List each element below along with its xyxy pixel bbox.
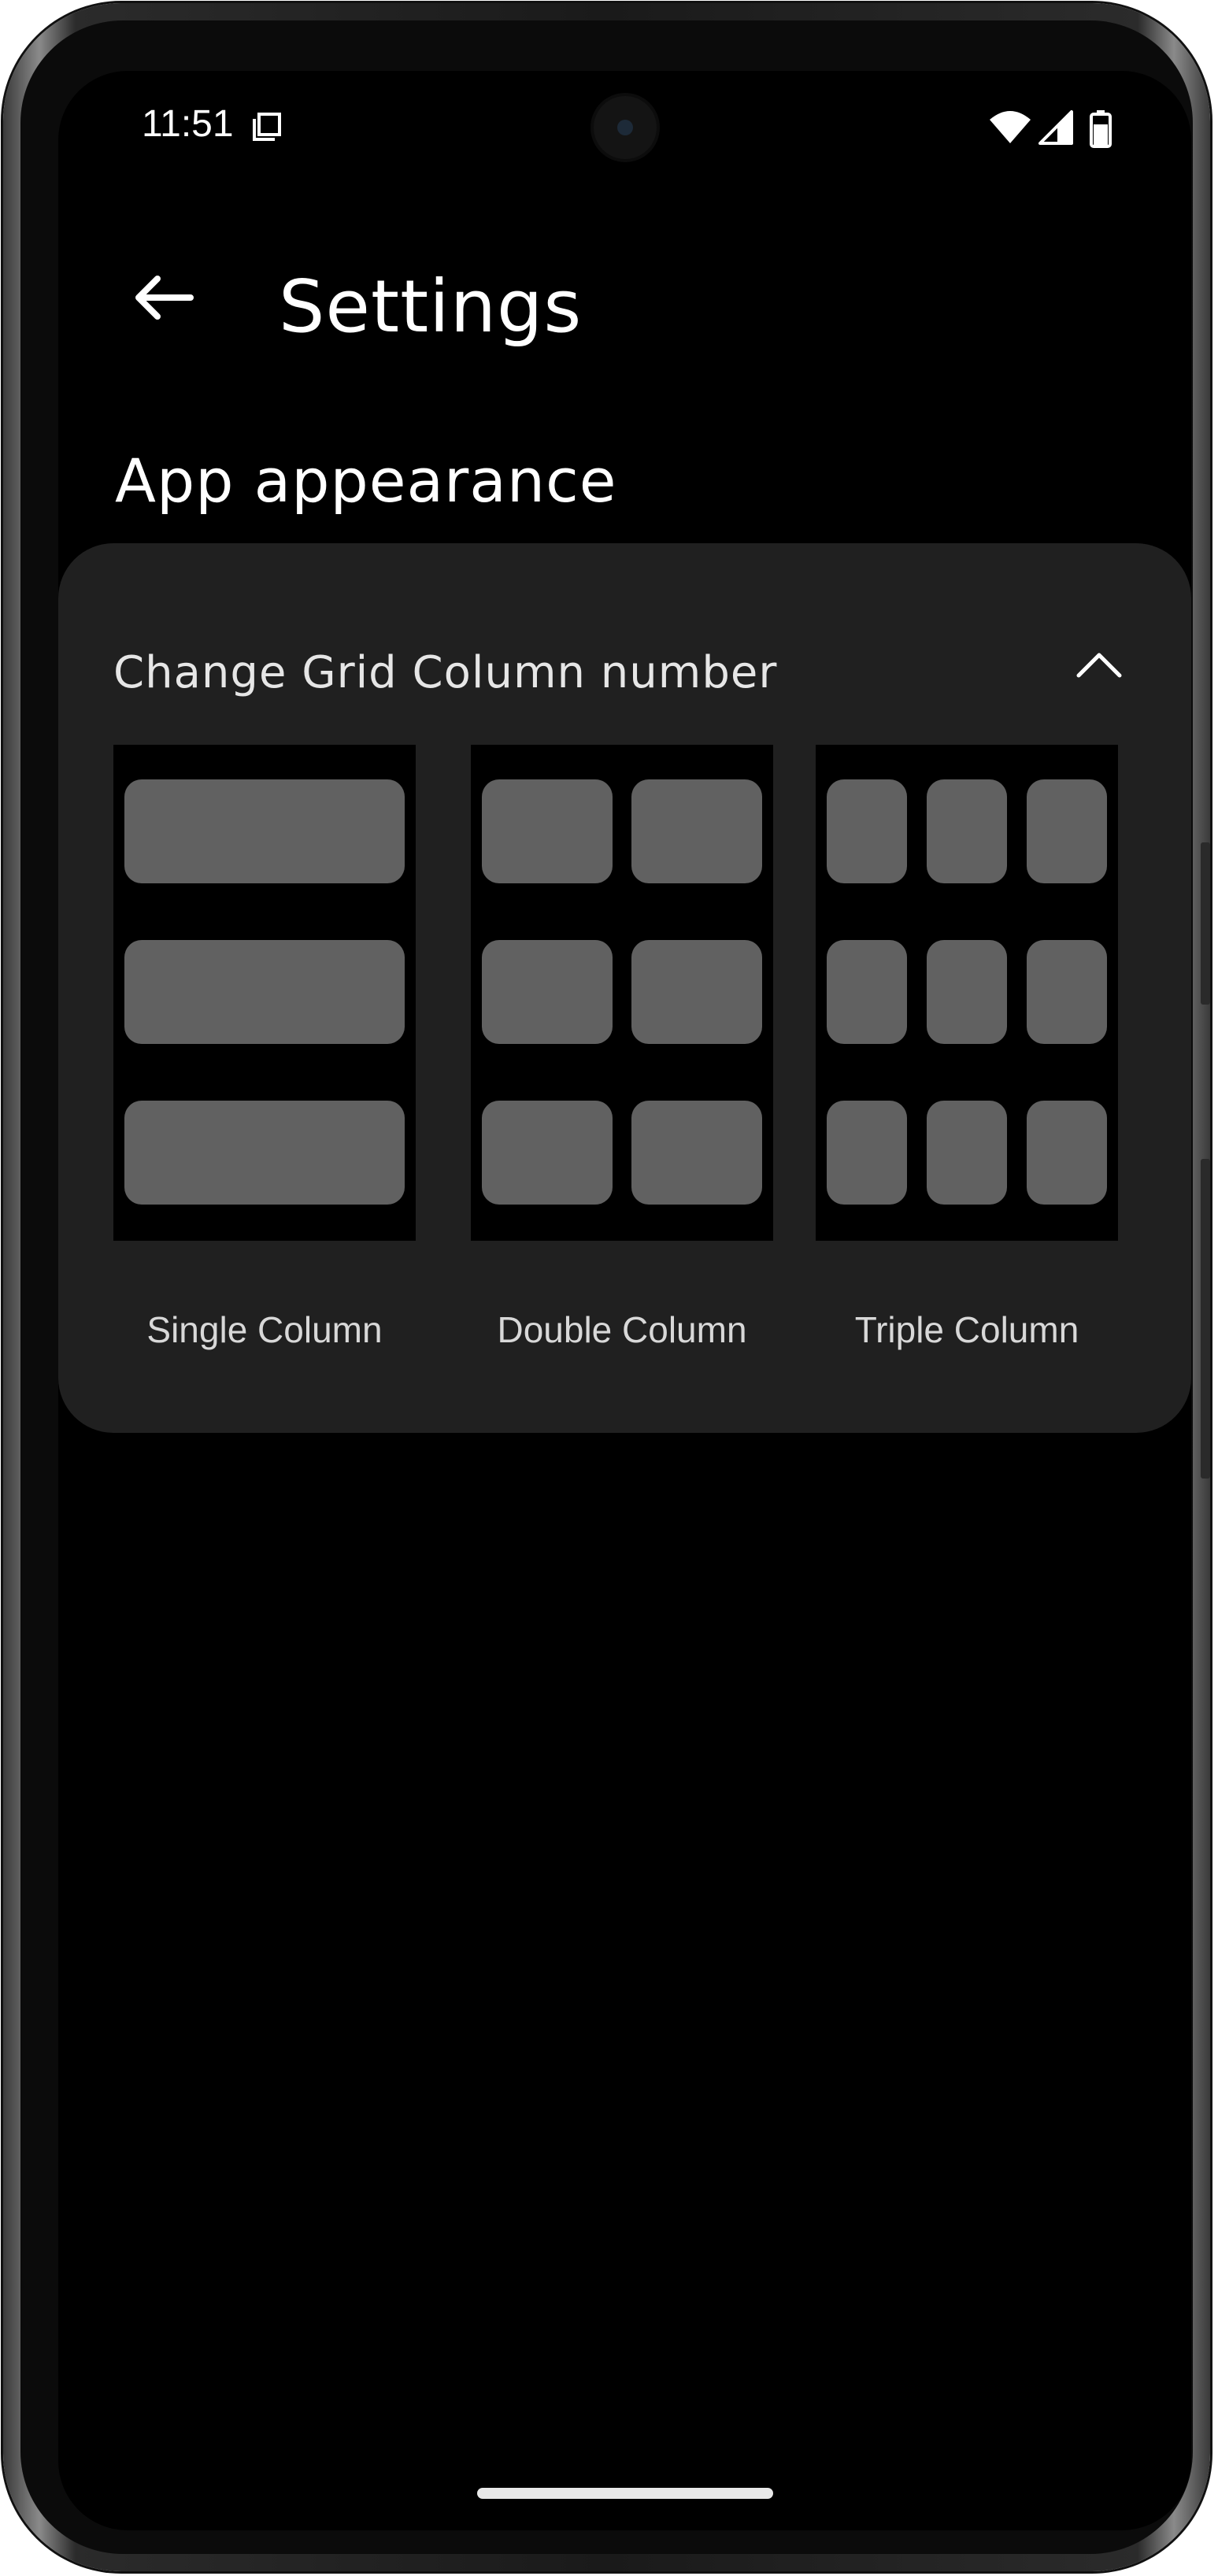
preview-tile	[482, 1101, 613, 1205]
status-time: 11:51	[142, 103, 234, 145]
section-title: App appearance	[115, 446, 617, 516]
preview-tile	[927, 1101, 1007, 1205]
option-single-column[interactable]: Single Column	[113, 745, 416, 1350]
double-column-preview	[471, 745, 773, 1241]
front-camera	[594, 96, 657, 159]
preview-tile	[1027, 1101, 1107, 1205]
option-label-triple: Triple Column	[854, 1309, 1079, 1350]
preview-tile	[927, 940, 1007, 1044]
phone-frame: 11:51 Settings App appearance Change Gri…	[3, 3, 1210, 2571]
preview-tile	[631, 779, 762, 883]
preview-tile	[124, 1101, 405, 1205]
wifi-icon	[990, 111, 1031, 143]
single-column-preview	[113, 745, 416, 1241]
option-label-double: Double Column	[497, 1309, 747, 1350]
page-title: Settings	[279, 265, 583, 349]
volume-button	[1201, 1159, 1210, 1479]
chevron-up-icon[interactable]	[1074, 646, 1124, 683]
grid-column-card-header[interactable]: Change Grid Column number	[58, 543, 1191, 716]
preview-tile	[631, 1101, 762, 1205]
sim-card-icon	[253, 113, 281, 141]
power-button	[1201, 842, 1210, 1005]
preview-tile	[1027, 779, 1107, 883]
preview-tile	[927, 779, 1007, 883]
screen: 11:51 Settings App appearance Change Gri…	[58, 71, 1191, 2530]
preview-tile	[482, 779, 613, 883]
preview-tile	[827, 940, 907, 1044]
option-triple-column[interactable]: Triple Column	[816, 745, 1118, 1350]
preview-tile	[482, 940, 613, 1044]
preview-tile	[124, 779, 405, 883]
battery-icon	[1090, 110, 1112, 148]
home-indicator[interactable]	[477, 2488, 773, 2499]
card-header-label: Change Grid Column number	[113, 647, 778, 698]
preview-tile	[631, 940, 762, 1044]
phone-bezel: 11:51 Settings App appearance Change Gri…	[20, 20, 1193, 2554]
triple-column-preview	[816, 745, 1118, 1241]
preview-tile	[1027, 940, 1107, 1044]
preview-tile	[827, 779, 907, 883]
option-double-column[interactable]: Double Column	[471, 745, 773, 1350]
status-bar: 11:51	[58, 71, 1191, 181]
back-button[interactable]	[124, 258, 203, 337]
option-label-single: Single Column	[146, 1309, 383, 1350]
grid-column-card: Change Grid Column number Single Column	[58, 543, 1191, 1433]
preview-tile	[124, 940, 405, 1044]
signal-icon	[1038, 110, 1073, 145]
arrow-back-icon	[135, 276, 194, 320]
preview-tile	[827, 1101, 907, 1205]
grid-options: Single Column Double Column Triple Colum…	[113, 745, 1137, 1350]
